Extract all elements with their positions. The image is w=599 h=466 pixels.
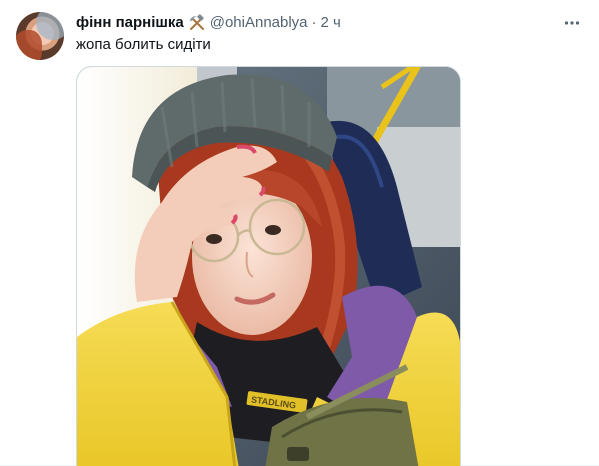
- selfie-photo: STADLING: [77, 67, 460, 466]
- avatar-hair: [16, 30, 42, 60]
- tweet-text: жопа болить сидіти: [76, 36, 211, 53]
- tweet[interactable]: фінн парнішка @ohiAnnablya · 2 ч жопа бо…: [0, 0, 599, 466]
- tweet-photo[interactable]: STADLING: [76, 66, 461, 466]
- display-name[interactable]: фінн парнішка: [76, 13, 184, 33]
- more-button[interactable]: [559, 10, 585, 36]
- tweet-header: фінн парнішка @ohiAnnablya · 2 ч: [76, 13, 341, 33]
- avatar[interactable]: [16, 12, 64, 60]
- hammer-and-pick-icon: [188, 14, 206, 32]
- handle[interactable]: @ohiAnnablya: [210, 13, 308, 33]
- separator-dot: ·: [311, 14, 317, 31]
- timestamp[interactable]: 2 ч: [321, 13, 341, 33]
- more-horizontal-icon: [564, 21, 580, 25]
